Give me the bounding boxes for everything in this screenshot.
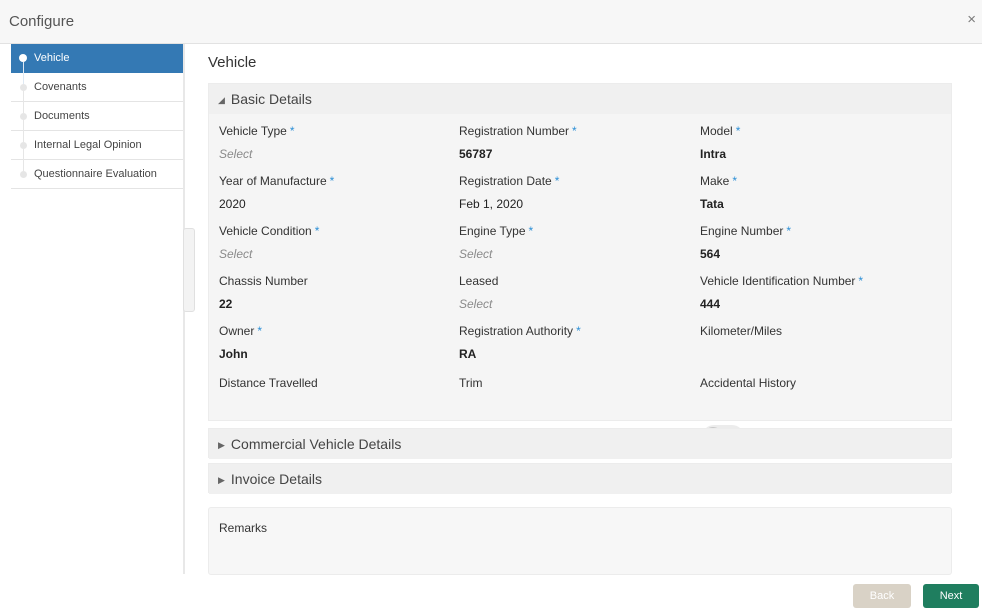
remarks-label: Remarks	[219, 521, 268, 535]
vehicle-type-field[interactable]: Vehicle Type * Select	[219, 124, 295, 161]
engine-type-field[interactable]: Engine Type * Select	[459, 224, 533, 261]
engine-type-select[interactable]: Select	[459, 247, 533, 261]
make-value[interactable]: Tata	[700, 197, 737, 211]
field-label: Chassis Number	[219, 274, 308, 288]
field-label: Engine Number *	[700, 224, 792, 238]
sidebar-item-label: Covenants	[34, 81, 87, 93]
distance-travelled-value[interactable]	[219, 399, 318, 413]
year-of-manufacture-field[interactable]: Year of Manufacture * 2020	[219, 174, 334, 211]
make-field[interactable]: Make * Tata	[700, 174, 737, 211]
engine-number-field[interactable]: Engine Number * 564	[700, 224, 791, 261]
sidebar-item-documents[interactable]: Documents	[11, 102, 183, 142]
distance-travelled-field[interactable]: Distance Travelled	[219, 376, 318, 413]
field-label: Registration Authority *	[459, 324, 581, 338]
field-label: Trim	[459, 376, 483, 390]
field-label: Accidental History	[700, 376, 797, 390]
vin-value[interactable]: 444	[700, 297, 863, 311]
chassis-number-value[interactable]: 22	[219, 297, 308, 311]
sidebar: Vehicle Covenants Documents Internal Leg…	[11, 44, 183, 189]
registration-number-value[interactable]: 56787	[459, 147, 577, 161]
commercial-vehicle-details-title: Commercial Vehicle Details	[230, 436, 402, 452]
model-value[interactable]: Intra	[700, 147, 740, 161]
sidebar-item-covenants[interactable]: Covenants	[11, 73, 183, 113]
dialog-header: Configure ×	[0, 0, 982, 44]
step-dot-icon	[20, 171, 27, 178]
sidebar-item-label: Documents	[34, 110, 90, 122]
vehicle-condition-select[interactable]: Select	[219, 247, 319, 261]
basic-details-title: Basic Details	[230, 91, 312, 107]
chassis-number-field[interactable]: Chassis Number 22	[219, 274, 308, 311]
registration-number-field[interactable]: Registration Number * 56787	[459, 124, 577, 161]
caret-right-icon: ▶	[218, 475, 225, 485]
invoice-details-section[interactable]: ▶ Invoice Details	[208, 463, 952, 494]
sidebar-item-label: Vehicle	[34, 52, 70, 64]
back-button[interactable]: Back	[853, 584, 911, 608]
registration-authority-value[interactable]: RA	[459, 347, 581, 361]
sidebar-item-label: Internal Legal Opinion	[34, 139, 142, 151]
engine-number-value[interactable]: 564	[700, 247, 791, 261]
field-label: Make *	[700, 174, 738, 188]
leased-field[interactable]: Leased Select	[459, 274, 498, 311]
sidebar-item-questionnaire-evaluation[interactable]: Questionnaire Evaluation	[11, 160, 183, 189]
sidebar-item-label: Questionnaire Evaluation	[34, 168, 157, 180]
sidebar-item-vehicle[interactable]: Vehicle	[11, 44, 183, 84]
kilometer-miles-value[interactable]	[700, 347, 782, 361]
vin-field[interactable]: Vehicle Identification Number * 444	[700, 274, 863, 311]
dialog-title: Configure	[9, 13, 75, 30]
sidebar-item-internal-legal-opinion[interactable]: Internal Legal Opinion	[11, 131, 183, 171]
step-dot-icon	[20, 142, 27, 149]
remarks-field[interactable]: Remarks	[208, 507, 952, 575]
commercial-vehicle-details-section[interactable]: ▶ Commercial Vehicle Details	[208, 428, 952, 459]
owner-value[interactable]: John	[219, 347, 262, 361]
step-dot-icon	[20, 113, 27, 120]
caret-down-icon: ◢	[218, 95, 225, 105]
field-label: Kilometer/Miles	[700, 324, 783, 338]
field-label: Year of Manufacture *	[219, 174, 335, 188]
field-label: Engine Type *	[459, 224, 534, 238]
step-dot-icon	[19, 54, 27, 62]
trim-field[interactable]: Trim	[459, 376, 483, 413]
basic-details-section: ◢ Basic Details Vehicle Type * Select Regi…	[208, 83, 952, 449]
step-dot-icon	[20, 84, 27, 91]
field-label: Vehicle Type *	[219, 124, 295, 138]
kilometer-miles-field[interactable]: Kilometer/Miles	[700, 324, 782, 361]
field-label: Vehicle Condition *	[219, 224, 320, 238]
leased-select[interactable]: Select	[459, 297, 498, 311]
page-title: Vehicle	[208, 54, 257, 71]
caret-right-icon: ▶	[218, 440, 225, 450]
invoice-details-header[interactable]: ▶ Invoice Details	[209, 464, 951, 494]
model-field[interactable]: Model * Intra	[700, 124, 740, 161]
field-label: Registration Number *	[459, 124, 577, 138]
field-label: Registration Date *	[459, 174, 560, 188]
vehicle-type-select[interactable]: Select	[219, 147, 295, 161]
splitter-handle[interactable]	[183, 228, 195, 312]
next-button[interactable]: Next	[923, 584, 979, 608]
commercial-vehicle-details-header[interactable]: ▶ Commercial Vehicle Details	[209, 429, 951, 459]
trim-value[interactable]	[459, 399, 483, 413]
field-label: Distance Travelled	[219, 376, 318, 390]
field-label: Model *	[700, 124, 741, 138]
close-icon[interactable]: ×	[967, 11, 976, 28]
field-label: Leased	[459, 274, 499, 288]
basic-details-header[interactable]: ◢ Basic Details	[209, 84, 951, 114]
field-label: Vehicle Identification Number *	[700, 274, 864, 288]
registration-date-field[interactable]: Registration Date * Feb 1, 2020	[459, 174, 559, 211]
owner-field[interactable]: Owner * John	[219, 324, 262, 361]
invoice-details-title: Invoice Details	[230, 471, 322, 487]
vehicle-condition-field[interactable]: Vehicle Condition * Select	[219, 224, 319, 261]
registration-authority-field[interactable]: Registration Authority * RA	[459, 324, 581, 361]
registration-date-value[interactable]: Feb 1, 2020	[459, 197, 559, 211]
field-label: Owner *	[219, 324, 263, 338]
accidental-history-field: Accidental History	[700, 376, 796, 390]
year-of-manufacture-value[interactable]: 2020	[219, 197, 334, 211]
